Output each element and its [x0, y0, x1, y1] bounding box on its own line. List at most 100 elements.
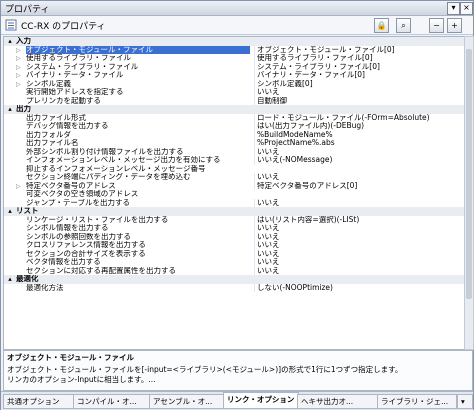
property-value[interactable]: 特定ベクタ番号のアドレス[0]: [254, 181, 464, 190]
property-row[interactable]: クロスリファレンス情報を出力する いいえ: [4, 241, 464, 250]
property-row[interactable]: シンボルの参照回数を出力する いいえ: [4, 232, 464, 241]
property-value[interactable]: いいえ: [254, 232, 464, 241]
property-row[interactable]: 出力ファイル名 %ProjectName%.abs: [4, 139, 464, 148]
category-label: 入力: [16, 37, 31, 45]
property-value[interactable]: いいえ: [254, 258, 464, 267]
property-row[interactable]: ▷ シンボル定義 シンボル定義[0]: [4, 79, 464, 88]
property-row[interactable]: 外部シンボル割り付け情報ファイルを出力する いいえ: [4, 147, 464, 156]
property-name: オブジェクト・モジュール・ファイル: [26, 45, 250, 54]
property-row[interactable]: ▷ オブジェクト・モジュール・ファイル オブジェクト・モジュール・ファイル[0]: [4, 45, 464, 54]
description-panel: オブジェクト・モジュール・ファイル オブジェクト・モジュール・ファイルを[-in…: [3, 350, 473, 391]
property-value[interactable]: %BuildModeName%: [254, 130, 464, 139]
property-grid: ▴ 入力 ▷ オブジェクト・モジュール・ファイル オブジェクト・モジュール・ファイル[0…: [3, 36, 465, 350]
description-line-2: リンカのオプション-Inputに相当します。...: [7, 375, 156, 384]
category-label: リスト: [16, 207, 39, 215]
tab-overflow-icon[interactable]: ▾: [457, 394, 473, 409]
property-row[interactable]: セクションの合計サイズを表示する いいえ: [4, 249, 464, 258]
description-title: オブジェクト・モジュール・ファイル: [7, 353, 134, 362]
property-row[interactable]: ベクタ情報を出力する いいえ: [4, 258, 464, 267]
scroll-thumb[interactable]: [466, 49, 472, 299]
collapse-arrow-icon[interactable]: ▴: [5, 105, 15, 114]
tab-1[interactable]: コンパイル・オ...: [73, 394, 151, 409]
property-name: シンボルの参照回数を出力する: [26, 232, 131, 241]
search-icon[interactable]: ⌕: [396, 18, 411, 33]
vertical-scrollbar[interactable]: [464, 36, 474, 350]
property-row[interactable]: プレリンカを起動する 自動制御: [4, 96, 464, 105]
property-name: シンボル定義: [26, 79, 71, 88]
property-value[interactable]: いいえ: [254, 173, 464, 182]
property-name: ベクタ情報を出力する: [26, 258, 101, 266]
collapse-arrow-icon[interactable]: ▴: [5, 207, 15, 216]
property-value[interactable]: いいえ: [254, 266, 464, 275]
property-name: セクションの合計サイズを表示する: [26, 249, 146, 258]
tab-5[interactable]: ライブラリ・ジェ...: [377, 394, 457, 409]
property-value[interactable]: シンボル定義[0]: [254, 79, 464, 88]
property-value[interactable]: いいえ: [254, 198, 464, 207]
property-row[interactable]: 出力ファイル形式 ロード・モジュール・ファイル(-FOrm=Absolute): [4, 113, 464, 122]
tab-3[interactable]: リンク・オプション: [223, 392, 299, 409]
category-header[interactable]: ▴ 出力: [4, 105, 464, 114]
property-row[interactable]: 可変ベクタの空き領域のアドレス: [4, 190, 464, 199]
property-value[interactable]: しない(-NOOPtimize): [254, 283, 464, 292]
property-value[interactable]: %ProjectName%.abs: [254, 139, 464, 148]
description-line-1: オブジェクト・モジュール・ファイルを[-input=<ライブラリ>(<モジュール…: [7, 365, 403, 374]
properties-window: プロパティ ▾ × CC-RX のプロパティ 🔒 ⌕ − + ▴ 入力 ▷ オブジェク…: [0, 0, 474, 410]
property-name: 出力フォルダ: [26, 130, 71, 139]
collapse-arrow-icon[interactable]: ▴: [5, 37, 15, 46]
property-value[interactable]: オブジェクト・モジュール・ファイル[0]: [254, 45, 464, 54]
minimize-icon[interactable]: ▾: [447, 2, 460, 15]
property-value[interactable]: いいえ: [254, 249, 464, 258]
property-value[interactable]: いいえ: [254, 88, 464, 97]
expand-icon[interactable]: +: [447, 18, 462, 33]
property-name: 特定ベクタ番号のアドレス: [26, 181, 116, 190]
property-row[interactable]: インフォメーションレベル・メッセージ出力を有効にする いいえ(-NOMessage…: [4, 156, 464, 165]
property-name: 実行開始アドレスを指定する: [26, 88, 124, 96]
property-row[interactable]: 実行開始アドレスを指定する いいえ: [4, 88, 464, 97]
property-row[interactable]: 抑止するインフォメーションレベル・メッセージ番号: [4, 165, 464, 174]
property-value[interactable]: いいえ: [254, 224, 464, 233]
property-value[interactable]: ロード・モジュール・ファイル(-FOrm=Absolute): [254, 113, 464, 122]
title-bar: プロパティ ▾ ×: [1, 1, 473, 16]
property-value[interactable]: バイナリ・データ・ファイル[0]: [254, 71, 464, 80]
property-name: インフォメーションレベル・メッセージ出力を有効にする: [26, 156, 221, 164]
category-header[interactable]: ▴ リスト: [4, 207, 464, 216]
property-row[interactable]: シンボル情報を出力する いいえ: [4, 224, 464, 233]
property-row[interactable]: デバッグ情報を出力する はい(出力ファイル内)(-DEBug): [4, 122, 464, 131]
lock-icon[interactable]: 🔒: [374, 18, 389, 33]
property-value[interactable]: 自動制御: [254, 96, 464, 105]
property-name: シンボル情報を出力する: [26, 224, 109, 232]
category-header[interactable]: ▴ 最適化: [4, 275, 464, 284]
property-row[interactable]: ▷ 特定ベクタ番号のアドレス 特定ベクタ番号のアドレス[0]: [4, 181, 464, 190]
collapse-arrow-icon[interactable]: ▴: [5, 275, 15, 284]
property-row[interactable]: ▷ バイナリ・データ・ファイル バイナリ・データ・ファイル[0]: [4, 71, 464, 80]
property-row[interactable]: リンケージ・リスト・ファイルを出力する はい(リスト内容=選択)(-LISt): [4, 215, 464, 224]
property-value[interactable]: 使用するライブラリ・ファイル[0]: [254, 54, 464, 63]
property-row[interactable]: セクションに対応する再配置属性を出力する いいえ: [4, 266, 464, 275]
property-value[interactable]: いいえ(-NOMessage): [254, 156, 464, 165]
property-row[interactable]: ▷ システム・ライブラリ・ファイル システム・ライブラリ・ファイル[0]: [4, 62, 464, 71]
tab-0[interactable]: 共通オプション: [3, 394, 77, 409]
property-name: セクション終端にパディング・データを埋め込む: [26, 173, 191, 181]
tab-bar: 共通オプション コンパイル・オ... アセンブル・オ... リンク・オプション ヘキサ出…: [1, 391, 473, 410]
property-row[interactable]: セクション終端にパディング・データを埋め込む いいえ: [4, 173, 464, 182]
properties-icon: [5, 19, 17, 31]
property-row[interactable]: 最適化方法 しない(-NOOPtimize): [4, 283, 464, 292]
category-header[interactable]: ▴ 入力: [4, 37, 464, 46]
property-value[interactable]: システム・ライブラリ・ファイル[0]: [254, 62, 464, 71]
property-value[interactable]: いいえ: [254, 147, 464, 156]
property-name: 使用するライブラリ・ファイル: [26, 54, 131, 62]
property-row[interactable]: ジャンプ・テーブルを出力する いいえ: [4, 198, 464, 207]
property-row[interactable]: 出力フォルダ %BuildModeName%: [4, 130, 464, 139]
property-name: 外部シンボル割り付け情報ファイルを出力する: [26, 147, 184, 156]
property-value[interactable]: はい(リスト内容=選択)(-LISt): [254, 215, 464, 224]
property-row[interactable]: ▷ 使用するライブラリ・ファイル 使用するライブラリ・ファイル[0]: [4, 54, 464, 63]
toolbar: CC-RX のプロパティ 🔒 ⌕ − +: [1, 16, 473, 35]
tab-4[interactable]: ヘキサ出力オ...: [297, 394, 379, 409]
property-value[interactable]: いいえ: [254, 241, 464, 250]
property-name: デバッグ情報を出力する: [26, 122, 109, 130]
collapse-icon[interactable]: −: [429, 18, 444, 33]
close-icon[interactable]: ×: [460, 2, 473, 15]
tab-2[interactable]: アセンブル・オ...: [149, 394, 225, 409]
window-title: プロパティ: [5, 5, 50, 15]
property-value[interactable]: はい(出力ファイル内)(-DEBug): [254, 122, 464, 131]
